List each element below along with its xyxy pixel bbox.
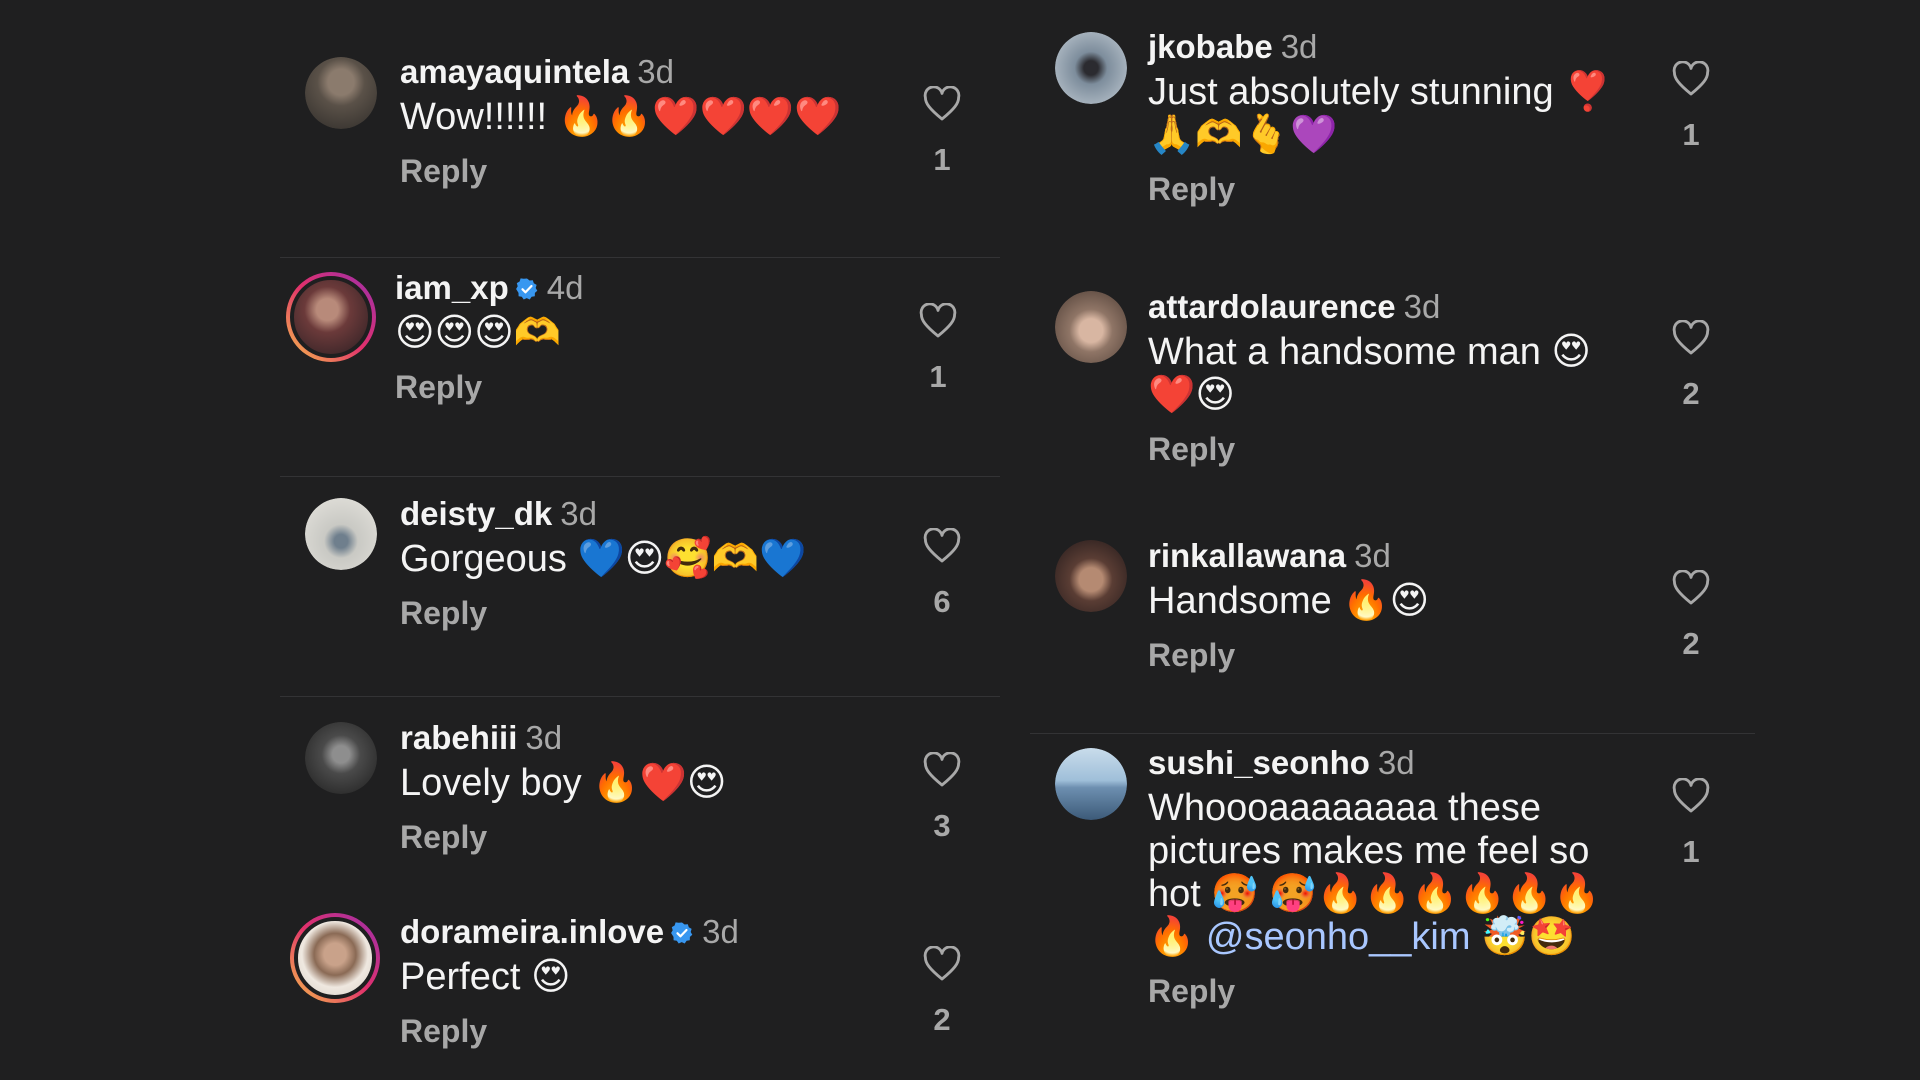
avatar[interactable] [305, 722, 377, 794]
like-count: 1 [1682, 117, 1700, 152]
like-count: 6 [933, 584, 951, 619]
heart-outline-icon[interactable] [1672, 320, 1710, 356]
avatar[interactable] [305, 498, 377, 570]
username[interactable]: attardolaurence [1148, 288, 1396, 325]
like-count: 1 [1682, 834, 1700, 869]
comment-time: 3d [525, 719, 563, 756]
heart-outline-icon[interactable] [919, 303, 957, 339]
comment-meta: jkobabe 3d [1148, 27, 1628, 67]
comments-screen: amayaquintela 3d Wow!!!!!! 🔥🔥❤️❤️❤️❤️ Rep… [0, 0, 1920, 1080]
like-control: 2 [1661, 320, 1721, 412]
like-control: 2 [1661, 570, 1721, 662]
username[interactable]: rinkallawana [1148, 537, 1346, 574]
mention-link[interactable]: @seonho__kim [1206, 916, 1471, 958]
avatar-image [1055, 540, 1127, 612]
like-count: 3 [933, 808, 951, 843]
like-count: 2 [1682, 376, 1700, 411]
like-control: 1 [1661, 778, 1721, 870]
comment-meta: amayaquintela 3d [400, 52, 890, 92]
username[interactable]: iam_xp [395, 269, 509, 306]
reply-button[interactable]: Reply [400, 593, 900, 633]
username[interactable]: amayaquintela [400, 53, 629, 90]
heart-outline-icon[interactable] [923, 946, 961, 982]
avatar-image [294, 917, 376, 999]
heart-outline-icon[interactable] [1672, 570, 1710, 606]
like-count: 2 [933, 1002, 951, 1037]
avatar-image [305, 57, 377, 129]
avatar-image [1055, 32, 1127, 104]
heart-outline-icon[interactable] [923, 86, 961, 122]
heart-outline-icon[interactable] [923, 752, 961, 788]
reply-button[interactable]: Reply [400, 151, 890, 191]
comment-text: Handsome 🔥😍 [1148, 580, 1430, 622]
avatar-story-ring[interactable] [286, 272, 376, 362]
verified-badge-icon [515, 278, 538, 300]
avatar-image [305, 498, 377, 570]
comment-meta: attardolaurence 3d [1148, 287, 1628, 327]
comment-time: 3d [1280, 28, 1318, 65]
like-control: 3 [912, 752, 972, 844]
username[interactable]: deisty_dk [400, 495, 552, 532]
comment-text: Wow!!!!!! 🔥🔥❤️❤️❤️❤️ [400, 96, 842, 138]
avatar-image [305, 722, 377, 794]
like-count: 1 [933, 142, 951, 177]
comment-divider [280, 476, 1000, 477]
comment-time: 3d [1377, 744, 1415, 781]
comment-meta: iam_xp 4d [395, 268, 895, 308]
comment-text: Just absolutely stunning ❣️🙏🫶🫰💜 [1148, 71, 1612, 156]
comment-meta: rinkallawana 3d [1148, 536, 1628, 576]
like-control: 2 [912, 946, 972, 1038]
username[interactable]: sushi_seonho [1148, 744, 1370, 781]
like-control: 6 [912, 528, 972, 620]
reply-button[interactable]: Reply [1148, 635, 1628, 675]
username[interactable]: dorameira.inlove [400, 913, 664, 950]
avatar-image [1055, 291, 1127, 363]
comment-text: Lovely boy 🔥❤️😍 [400, 762, 727, 804]
comment-time: 3d [637, 53, 674, 90]
avatar[interactable] [1055, 748, 1127, 820]
comment-time: 3d [702, 913, 739, 950]
verified-badge-icon [671, 922, 693, 944]
username[interactable]: rabehiii [400, 719, 517, 756]
avatar-image [290, 276, 372, 358]
comment-meta: rabehiii 3d [400, 718, 900, 758]
comment-divider [280, 696, 1000, 697]
heart-outline-icon[interactable] [923, 528, 961, 564]
comment-text: Perfect 😍 [400, 956, 571, 998]
reply-button[interactable]: Reply [1148, 169, 1628, 209]
comment-time: 3d [1354, 537, 1391, 574]
like-control: 1 [912, 86, 972, 178]
comment-meta: sushi_seonho 3d [1148, 743, 1628, 783]
heart-outline-icon[interactable] [1672, 778, 1710, 814]
comment-meta: deisty_dk 3d [400, 494, 900, 534]
avatar-image [1055, 748, 1127, 820]
comment-text: Whoooaaaaaaaa these pictures makes me fe… [1148, 787, 1628, 959]
like-count: 1 [929, 359, 947, 394]
like-control: 1 [1661, 61, 1721, 153]
comment-divider [280, 257, 1000, 258]
reply-button[interactable]: Reply [1148, 971, 1628, 1011]
avatar[interactable] [1055, 540, 1127, 612]
heart-outline-icon[interactable] [1672, 61, 1710, 97]
reply-button[interactable]: Reply [395, 367, 895, 407]
username[interactable]: jkobabe [1148, 28, 1273, 65]
avatar[interactable] [1055, 291, 1127, 363]
comment-meta: dorameira.inlove 3d [400, 912, 900, 952]
comment-text-part: 🤯🤩 [1470, 916, 1576, 958]
comment-divider [1030, 733, 1755, 734]
like-control: 1 [908, 303, 968, 395]
reply-button[interactable]: Reply [400, 817, 900, 857]
avatar[interactable] [305, 57, 377, 129]
avatar[interactable] [1055, 32, 1127, 104]
avatar-story-ring[interactable] [290, 913, 380, 1003]
reply-button[interactable]: Reply [400, 1011, 900, 1051]
comment-time: 3d [1403, 288, 1441, 325]
like-count: 2 [1682, 626, 1700, 661]
comment-time: 3d [560, 495, 597, 532]
comment-time: 4d [546, 269, 584, 306]
comment-text: What a handsome man 😍❤️😍 [1148, 331, 1592, 416]
reply-button[interactable]: Reply [1148, 429, 1628, 469]
comment-text: 😍😍😍🫶 [395, 312, 562, 354]
comment-text: Gorgeous 💙😍🥰🫶💙 [400, 538, 807, 580]
